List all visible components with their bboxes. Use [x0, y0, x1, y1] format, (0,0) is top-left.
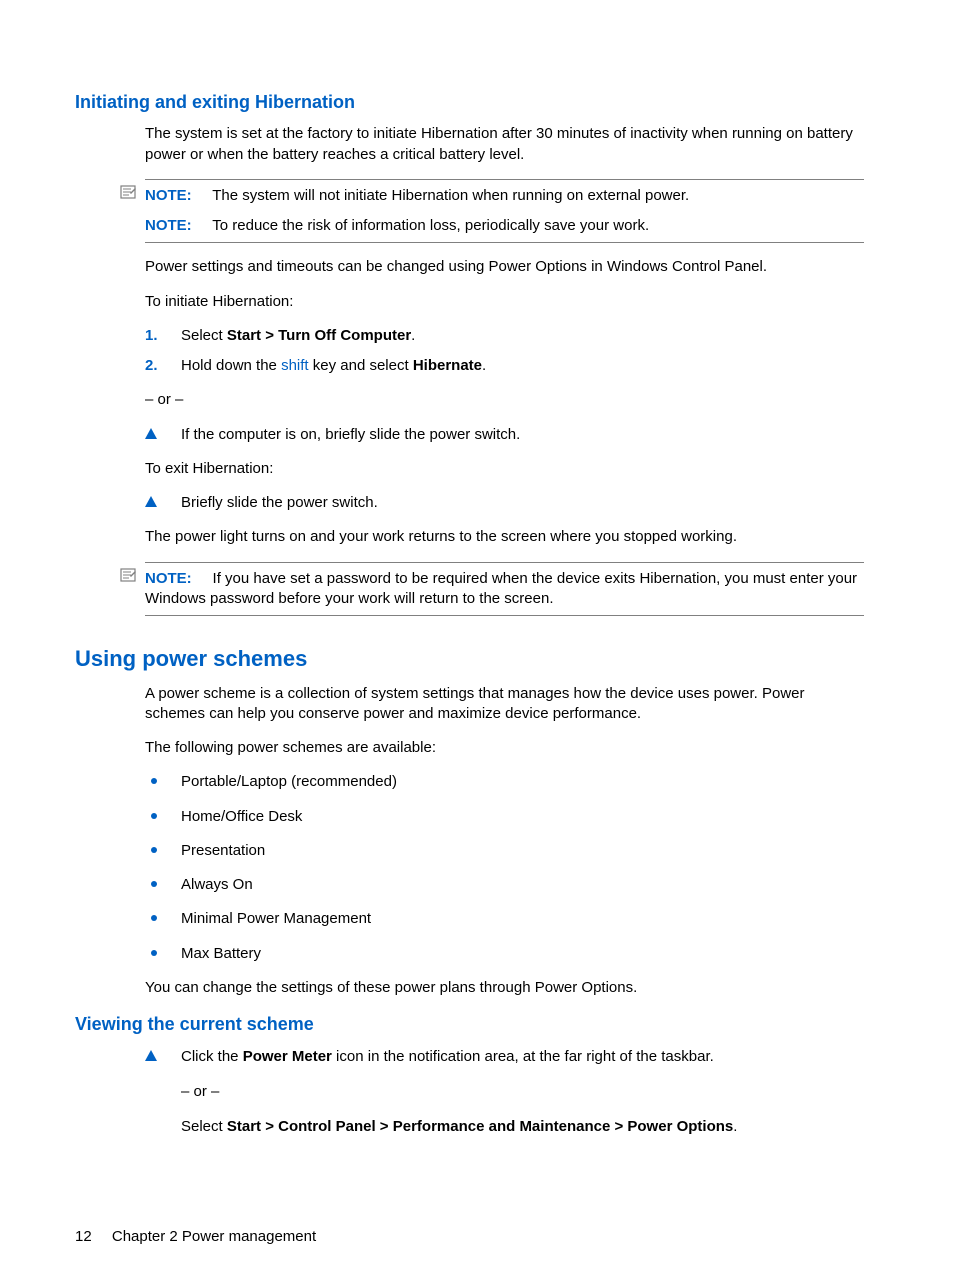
- action-list: Briefly slide the power switch.: [145, 493, 864, 513]
- heading-power-schemes: Using power schemes: [75, 644, 864, 674]
- chapter-label: Chapter 2 Power management: [112, 1228, 316, 1245]
- text: Minimal Power Management: [181, 910, 371, 927]
- bold-text: Power Meter: [243, 1048, 332, 1065]
- note-label: NOTE:: [145, 217, 192, 234]
- para: To initiate Hibernation:: [145, 292, 864, 312]
- note-text: To reduce the risk of information loss, …: [212, 217, 649, 234]
- text: icon in the notification area, at the fa…: [332, 1048, 714, 1065]
- heading-viewing-scheme: Viewing the current scheme: [75, 1012, 864, 1036]
- bullet-icon: [151, 847, 157, 853]
- list-item: 2. Hold down the shift key and select Hi…: [145, 356, 864, 376]
- bullet-icon: [151, 881, 157, 887]
- para: Power settings and timeouts can be chang…: [145, 257, 864, 277]
- text: .: [411, 327, 415, 344]
- text: Presentation: [181, 842, 265, 859]
- text: If the computer is on, briefly slide the…: [181, 426, 520, 443]
- text: Portable/Laptop (recommended): [181, 773, 397, 790]
- bold-text: Start > Turn Off Computer: [227, 327, 411, 344]
- text: key and select: [309, 357, 413, 374]
- text: Always On: [181, 876, 253, 893]
- list-item: Click the Power Meter icon in the notifi…: [145, 1047, 864, 1067]
- ordered-list: 1. Select Start > Turn Off Computer. 2. …: [145, 326, 864, 377]
- action-list: Click the Power Meter icon in the notifi…: [145, 1047, 864, 1067]
- list-item: Always On: [145, 875, 864, 895]
- text: .: [733, 1118, 737, 1135]
- list-item: If the computer is on, briefly slide the…: [145, 425, 864, 445]
- list-item: Max Battery: [145, 944, 864, 964]
- para: Select Start > Control Panel > Performan…: [181, 1117, 864, 1137]
- bullet-icon: [151, 813, 157, 819]
- triangle-icon: [145, 1050, 157, 1061]
- para: The system is set at the factory to init…: [145, 124, 864, 165]
- list-item: Briefly slide the power switch.: [145, 493, 864, 513]
- para: The following power schemes are availabl…: [145, 738, 864, 758]
- para: The power light turns on and your work r…: [145, 527, 864, 547]
- triangle-icon: [145, 496, 157, 507]
- para: To exit Hibernation:: [145, 459, 864, 479]
- note-label: NOTE:: [145, 187, 192, 204]
- note-text: If you have set a password to be require…: [145, 570, 857, 607]
- heading-hibernation: Initiating and exiting Hibernation: [75, 90, 864, 114]
- text: .: [482, 357, 486, 374]
- note-icon: [120, 185, 136, 201]
- note-icon: [120, 568, 136, 584]
- list-item: Presentation: [145, 841, 864, 861]
- bold-text: Hibernate: [413, 357, 482, 374]
- text: Select: [181, 1118, 227, 1135]
- bullet-icon: [151, 915, 157, 921]
- step-number: 2.: [145, 356, 158, 376]
- list-item: 1. Select Start > Turn Off Computer.: [145, 326, 864, 346]
- or-separator: – or –: [181, 1082, 864, 1102]
- triangle-icon: [145, 428, 157, 439]
- bullet-icon: [151, 778, 157, 784]
- step-number: 1.: [145, 326, 158, 346]
- list-item: Portable/Laptop (recommended): [145, 772, 864, 792]
- list-item: Minimal Power Management: [145, 909, 864, 929]
- text: Click the: [181, 1048, 243, 1065]
- para: You can change the settings of these pow…: [145, 978, 864, 998]
- bullet-icon: [151, 950, 157, 956]
- action-list: If the computer is on, briefly slide the…: [145, 425, 864, 445]
- list-item: Home/Office Desk: [145, 807, 864, 827]
- or-separator: – or –: [145, 390, 864, 410]
- note-box: NOTE: If you have set a password to be r…: [145, 562, 864, 617]
- text: Max Battery: [181, 945, 261, 962]
- bold-text: Start > Control Panel > Performance and …: [227, 1118, 733, 1135]
- note-label: NOTE:: [145, 570, 192, 587]
- scheme-list: Portable/Laptop (recommended) Home/Offic…: [145, 772, 864, 964]
- page-number: 12: [75, 1228, 92, 1245]
- text: Hold down the: [181, 357, 281, 374]
- text: Briefly slide the power switch.: [181, 494, 378, 511]
- note-box: NOTE: The system will not initiate Hiber…: [145, 179, 864, 244]
- note-text: The system will not initiate Hibernation…: [212, 187, 689, 204]
- text: Select: [181, 327, 227, 344]
- page-footer: 12 Chapter 2 Power management: [75, 1227, 864, 1247]
- para: A power scheme is a collection of system…: [145, 684, 864, 725]
- text: Home/Office Desk: [181, 808, 302, 825]
- shift-key-link[interactable]: shift: [281, 357, 309, 374]
